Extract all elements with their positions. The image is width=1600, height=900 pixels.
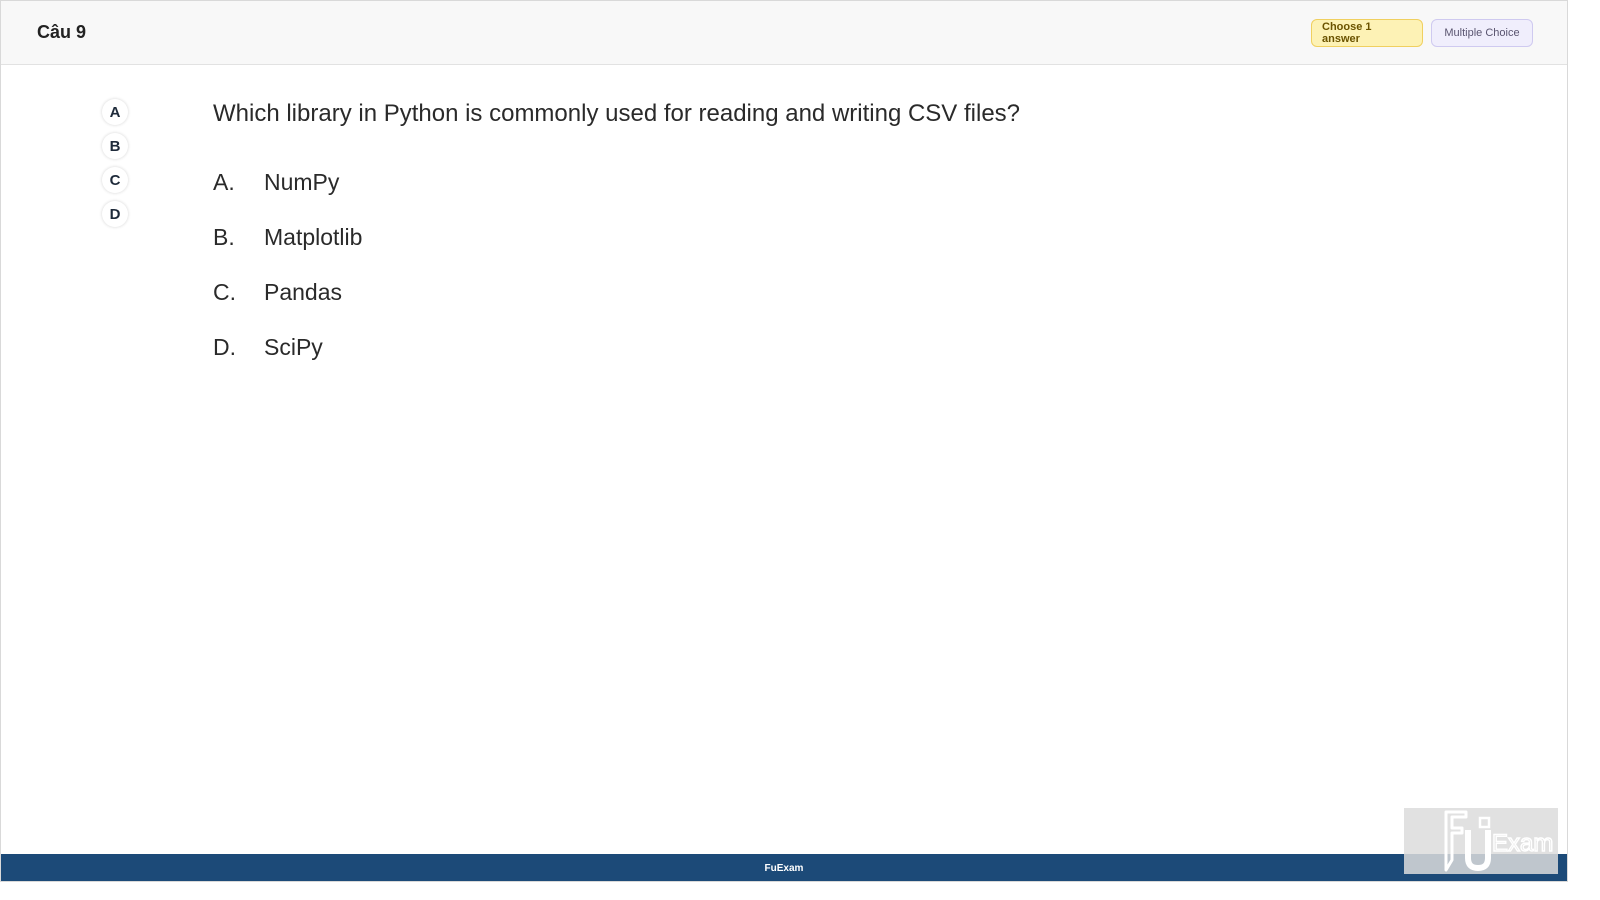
option-a[interactable]: A. NumPy bbox=[213, 155, 362, 210]
answer-button-b[interactable]: B bbox=[102, 133, 128, 159]
option-text: Pandas bbox=[264, 279, 343, 305]
footer-brand: FuExam bbox=[764, 863, 804, 874]
answer-selector: A B C D bbox=[102, 99, 128, 235]
option-letter: A. bbox=[213, 169, 235, 195]
options-list: A. NumPy B. Matplotlib C. Pandas D. SciP… bbox=[213, 155, 362, 375]
exam-window: Câu 9 Choose 1 answer Multiple Choice A … bbox=[0, 0, 1568, 882]
answer-button-d[interactable]: D bbox=[102, 201, 128, 227]
option-letter: C. bbox=[213, 279, 236, 305]
option-text: Matplotlib bbox=[264, 224, 363, 250]
option-letter: B. bbox=[213, 224, 235, 250]
option-d[interactable]: D. SciPy bbox=[213, 320, 362, 375]
fuexam-logo: Exam bbox=[1404, 808, 1558, 874]
question-type-badge: Multiple Choice bbox=[1431, 19, 1533, 47]
option-b[interactable]: B. Matplotlib bbox=[213, 210, 362, 265]
fu-logo-icon: Exam bbox=[1444, 810, 1554, 872]
answer-button-a[interactable]: A bbox=[102, 99, 128, 125]
option-text: NumPy bbox=[264, 169, 340, 195]
question-text: Which library in Python is commonly used… bbox=[213, 100, 1021, 127]
answer-button-c[interactable]: C bbox=[102, 167, 128, 193]
svg-text:Exam: Exam bbox=[1492, 830, 1553, 857]
option-letter: D. bbox=[213, 334, 236, 360]
question-header: Câu 9 Choose 1 answer Multiple Choice bbox=[1, 1, 1567, 65]
question-number: Câu 9 bbox=[37, 22, 87, 42]
option-c[interactable]: C. Pandas bbox=[213, 265, 362, 320]
footer-bar: FuExam bbox=[1, 854, 1567, 881]
choose-count-badge: Choose 1 answer bbox=[1311, 19, 1423, 47]
option-text: SciPy bbox=[264, 334, 323, 360]
